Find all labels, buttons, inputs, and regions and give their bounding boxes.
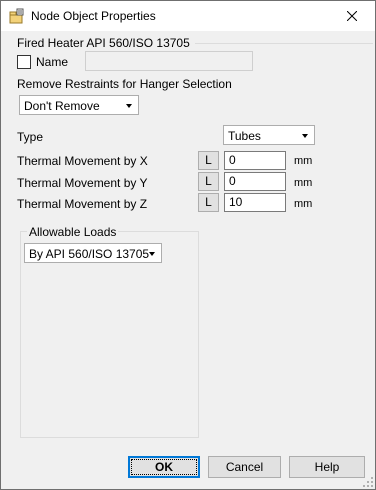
chevron-down-icon	[126, 104, 132, 108]
thermal-x-unit: mm	[294, 155, 313, 167]
thermal-y-unit: mm	[294, 177, 313, 189]
chevron-down-icon	[302, 134, 308, 138]
close-icon	[347, 11, 357, 21]
type-dropdown[interactable]: Tubes	[223, 125, 315, 145]
thermal-z-label: Thermal Movement by Z	[17, 197, 148, 211]
help-button[interactable]: Help	[289, 456, 365, 478]
ok-button[interactable]: OK	[128, 456, 200, 478]
thermal-z-input[interactable]: 10	[224, 193, 286, 212]
properties-icon	[9, 8, 24, 24]
allowable-loads-dropdown[interactable]: By API 560/ISO 13705	[24, 243, 162, 263]
focus-ring	[131, 459, 197, 475]
type-selected: Tubes	[228, 129, 261, 143]
thermal-z-unit: mm	[294, 198, 313, 210]
cancel-button-label: Cancel	[225, 460, 264, 474]
name-label: Name	[36, 55, 69, 69]
restraints-label: Remove Restraints for Hanger Selection	[17, 77, 232, 91]
name-checkbox[interactable]	[17, 55, 31, 69]
allowable-loads-title: Allowable Loads	[27, 225, 119, 239]
type-label: Type	[17, 130, 44, 144]
section-divider	[195, 43, 373, 44]
thermal-y-l-button[interactable]: L	[198, 172, 219, 191]
allowable-loads-selected: By API 560/ISO 13705	[29, 247, 150, 261]
title-bar[interactable]: Node Object Properties	[1, 1, 375, 31]
thermal-x-l-button[interactable]: L	[198, 151, 219, 170]
cancel-button[interactable]: Cancel	[208, 456, 281, 478]
window-title: Node Object Properties	[31, 9, 156, 23]
restraints-selected: Don't Remove	[24, 99, 100, 113]
thermal-z-l-button[interactable]: L	[198, 193, 219, 212]
name-input[interactable]	[85, 51, 253, 71]
thermal-y-input[interactable]: 0	[224, 172, 286, 191]
restraints-dropdown[interactable]: Don't Remove	[19, 95, 139, 115]
thermal-x-label: Thermal Movement by X	[17, 154, 148, 168]
dialog-window: Node Object Properties Fired Heater API …	[0, 0, 376, 490]
close-button[interactable]	[329, 1, 375, 31]
chevron-down-icon	[149, 252, 155, 256]
resize-grip-icon[interactable]	[362, 476, 374, 488]
thermal-y-label: Thermal Movement by Y	[17, 176, 148, 190]
help-button-label: Help	[314, 460, 340, 474]
thermal-x-input[interactable]: 0	[224, 151, 286, 170]
section-title: Fired Heater API 560/ISO 13705	[17, 36, 190, 50]
